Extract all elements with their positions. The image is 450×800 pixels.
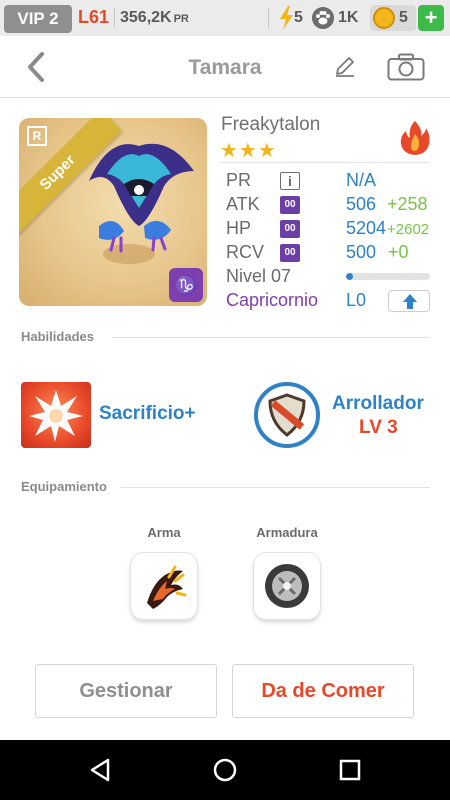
zodiac-label: Capricornio bbox=[226, 290, 319, 310]
power-rating: 356,2K PR bbox=[120, 9, 189, 27]
stat-label: RCV bbox=[226, 242, 265, 262]
paw-count: 1K bbox=[338, 9, 359, 26]
armor-shield-icon bbox=[265, 564, 309, 608]
shield-skill-icon[interactable] bbox=[254, 382, 320, 448]
feed-button[interactable]: Da de Comer bbox=[232, 664, 414, 718]
stat-row-rcv: RCV 00 500 +0 bbox=[226, 242, 436, 264]
divider bbox=[112, 337, 430, 338]
manage-button[interactable]: Gestionar bbox=[35, 664, 217, 718]
stat-label: ATK bbox=[226, 194, 260, 214]
zodiac-upgrade-button[interactable] bbox=[388, 290, 430, 312]
divider bbox=[221, 162, 430, 163]
info-icon[interactable]: i bbox=[280, 172, 300, 190]
nav-back-icon[interactable] bbox=[86, 756, 114, 784]
camera-icon[interactable] bbox=[387, 53, 425, 81]
monster-image bbox=[89, 143, 194, 264]
skill-name[interactable]: Sacrificio+ bbox=[99, 403, 196, 425]
equipment-section-label: Equipamiento bbox=[21, 479, 107, 494]
divider bbox=[114, 8, 115, 28]
fire-element-icon bbox=[400, 121, 430, 155]
stat-value: 5204 bbox=[346, 218, 387, 238]
nav-recents-icon[interactable] bbox=[336, 756, 364, 784]
paw-icon bbox=[312, 7, 334, 29]
stat-bonus: +2602 bbox=[387, 221, 430, 238]
energy-icon bbox=[280, 6, 293, 30]
monster-portrait[interactable]: R Super ♑ bbox=[19, 118, 207, 306]
stat-bonus: +258 bbox=[387, 194, 428, 214]
skill-level: LV 3 bbox=[359, 417, 398, 438]
stat-label: HP bbox=[226, 218, 252, 238]
explosion-icon bbox=[29, 390, 83, 442]
shield-icon bbox=[268, 393, 306, 437]
power-unit: PR bbox=[173, 13, 189, 25]
zodiac-level: L0 bbox=[346, 290, 367, 310]
system-nav-bar bbox=[0, 740, 450, 800]
power-value: 356,2K bbox=[120, 9, 172, 26]
level-progress-fill bbox=[346, 273, 353, 280]
coin-count: 5 bbox=[399, 9, 408, 26]
vip-badge[interactable]: VIP 2 bbox=[4, 5, 72, 33]
sacrifice-skill-icon[interactable] bbox=[21, 382, 91, 448]
skill-name[interactable]: Arrollador bbox=[332, 393, 424, 415]
plus-level-badge: 00 bbox=[280, 220, 300, 238]
divider bbox=[268, 8, 269, 28]
player-level: L61 bbox=[78, 7, 110, 27]
header: Tamara bbox=[0, 36, 450, 98]
up-arrow-icon bbox=[403, 294, 417, 309]
stat-row-pr: PR i N/A bbox=[226, 170, 436, 192]
plus-level-badge: 00 bbox=[280, 196, 300, 214]
stat-label: PR bbox=[226, 170, 252, 190]
coin-icon bbox=[373, 7, 395, 29]
edit-pencil-icon[interactable] bbox=[333, 54, 357, 78]
nav-home-icon[interactable] bbox=[211, 756, 239, 784]
status-bar: VIP 2 L61 356,2K PR 5 1K 5 + bbox=[0, 0, 450, 36]
divider bbox=[121, 487, 430, 488]
weapon-label: Arma bbox=[147, 525, 181, 540]
page-title: Tamara bbox=[188, 56, 262, 79]
stat-row-atk: ATK 00 506 +258 bbox=[226, 194, 436, 216]
skills-section-label: Habilidades bbox=[21, 329, 94, 344]
claw-weapon-icon bbox=[147, 565, 187, 609]
stat-value: N/A bbox=[346, 170, 377, 190]
stat-value: 500 bbox=[346, 242, 377, 262]
weapon-slot[interactable] bbox=[131, 553, 197, 619]
level-progress-bar bbox=[346, 273, 430, 280]
rank-badge: R bbox=[27, 126, 47, 146]
monster-name: Freakytalon bbox=[221, 114, 321, 135]
energy-count: 5 bbox=[294, 9, 303, 26]
zodiac-capricorn-icon: ♑ bbox=[169, 268, 203, 302]
stat-bonus: +0 bbox=[388, 242, 409, 262]
level-label: Nivel 07 bbox=[226, 266, 292, 286]
rarity-stars: ★★★ bbox=[220, 140, 277, 162]
stat-row-hp: HP 00 5204 +2602 bbox=[226, 218, 436, 240]
stat-value: 506 bbox=[346, 194, 377, 214]
armor-label: Armadura bbox=[256, 525, 318, 540]
plus-level-badge: 00 bbox=[280, 244, 300, 262]
armor-slot[interactable] bbox=[254, 553, 320, 619]
add-coins-button[interactable]: + bbox=[418, 5, 444, 31]
